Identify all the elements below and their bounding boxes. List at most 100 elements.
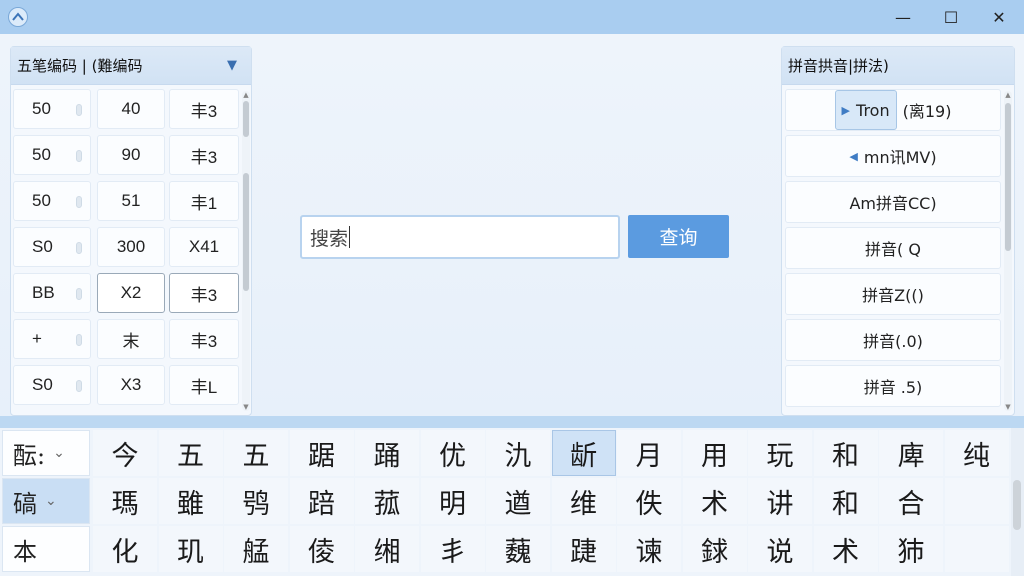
- wubi-code-cell[interactable]: 丰3: [169, 89, 239, 129]
- candidate-char[interactable]: 化: [93, 526, 157, 572]
- wubi-code-cell[interactable]: 90: [97, 135, 165, 175]
- candidate-char[interactable]: 今: [93, 430, 157, 476]
- left-scroll-thumb-top[interactable]: [243, 101, 249, 137]
- pinyin-row[interactable]: Am拼音CC): [785, 181, 1001, 223]
- candidate-char[interactable]: 玩: [748, 430, 812, 476]
- candidate-char[interactable]: 踣: [289, 478, 354, 524]
- left-scroll-thumb[interactable]: [243, 173, 249, 291]
- candidate-row-label[interactable]: 酝: ⌄: [2, 430, 90, 476]
- candidate-char[interactable]: 踞: [289, 430, 354, 476]
- wubi-code-cell[interactable]: BB: [13, 273, 91, 313]
- search-input[interactable]: 搜索: [300, 215, 620, 259]
- wubi-code-panel: 五笔编码 | (難编码 ▼ 50 40 丰3 50 90 丰3 50 51 丰1 S0 300 X41…: [10, 46, 252, 416]
- dropdown-arrow-icon[interactable]: ▼: [227, 58, 237, 73]
- wubi-code-cell[interactable]: +: [13, 319, 91, 359]
- candidate-char[interactable]: 用: [682, 430, 747, 476]
- candidate-char[interactable]: 和: [813, 430, 878, 476]
- pinyin-row[interactable]: 拼音Z((): [785, 273, 1001, 315]
- scroll-up-icon[interactable]: ▲: [241, 91, 251, 99]
- candidate-char[interactable]: 銶: [682, 526, 747, 572]
- pinyin-row[interactable]: ◀ mn讯MV): [785, 135, 1001, 177]
- candidate-char[interactable]: 丯: [420, 526, 485, 572]
- wubi-code-cell[interactable]: 300: [97, 227, 165, 267]
- scroll-down-icon[interactable]: ▼: [1003, 403, 1013, 411]
- wubi-panel-header[interactable]: 五笔编码 | (難编码 ▼: [11, 47, 251, 85]
- wubi-code-cell[interactable]: X41: [169, 227, 239, 267]
- candidate-char[interactable]: 庳: [879, 430, 943, 476]
- candidate-char[interactable]: 纯: [944, 430, 1009, 476]
- candidate-char[interactable]: 龂: [551, 430, 616, 476]
- search-button[interactable]: 查询: [628, 215, 729, 258]
- candidate-char[interactable]: 菰: [355, 478, 419, 524]
- candidate-scrollbar[interactable]: [1011, 428, 1024, 576]
- candidate-char[interactable]: [944, 478, 1009, 524]
- wubi-code-cell[interactable]: S0: [13, 227, 91, 267]
- pinyin-row[interactable]: 拼音(.0): [785, 319, 1001, 361]
- candidate-char[interactable]: 合: [879, 478, 943, 524]
- candidate-char[interactable]: 月: [617, 430, 681, 476]
- candidate-char[interactable]: 雖: [158, 478, 223, 524]
- candidate-char[interactable]: 缃: [355, 526, 419, 572]
- candidate-char[interactable]: 和: [813, 478, 878, 524]
- candidate-scroll-thumb[interactable]: [1013, 480, 1021, 530]
- candidate-char[interactable]: 佚: [617, 478, 681, 524]
- candidate-char[interactable]: 踕: [551, 526, 616, 572]
- chevron-down-icon[interactable]: ⌄: [45, 493, 57, 509]
- pinyin-row[interactable]: 拼音 .5): [785, 365, 1001, 407]
- candidate-label-text: 本: [13, 537, 37, 566]
- candidate-char[interactable]: 明: [420, 478, 485, 524]
- wubi-code-cell[interactable]: 51: [97, 181, 165, 221]
- wubi-code-cell[interactable]: X2: [97, 273, 165, 313]
- candidate-char[interactable]: 鸮: [224, 478, 288, 524]
- candidate-char[interactable]: 艋: [224, 526, 288, 572]
- candidate-char[interactable]: 谏: [617, 526, 681, 572]
- candidate-char[interactable]: 术: [682, 478, 747, 524]
- wubi-code-cell[interactable]: 丰3: [169, 319, 239, 359]
- wubi-code-cell[interactable]: 丰1: [169, 181, 239, 221]
- candidate-char[interactable]: 蘶: [486, 526, 550, 572]
- wubi-code-cell[interactable]: 丰3: [169, 273, 239, 313]
- scroll-up-icon[interactable]: ▲: [1003, 91, 1013, 99]
- candidate-char[interactable]: 氿: [486, 430, 550, 476]
- right-scrollbar[interactable]: ▲ ▼: [1004, 91, 1012, 411]
- close-button[interactable]: ✕: [976, 0, 1022, 34]
- candidate-char[interactable]: 讲: [748, 478, 812, 524]
- wubi-panel-title: 五笔编码 | (難编码: [17, 57, 143, 75]
- wubi-code-cell[interactable]: 丰3: [169, 135, 239, 175]
- candidate-label-text: 酝:: [13, 441, 46, 470]
- candidate-char[interactable]: 倰: [289, 526, 354, 572]
- candidate-char[interactable]: 术: [813, 526, 878, 572]
- candidate-char[interactable]: 优: [420, 430, 485, 476]
- candidate-char[interactable]: 说: [748, 526, 812, 572]
- maximize-button[interactable]: ☐: [928, 0, 974, 34]
- candidate-char[interactable]: 五: [158, 430, 223, 476]
- left-scrollbar[interactable]: ▲ ▼: [242, 91, 250, 411]
- wubi-code-cell[interactable]: X3: [97, 365, 165, 405]
- right-scroll-thumb[interactable]: [1005, 103, 1011, 251]
- scroll-down-icon[interactable]: ▼: [241, 403, 251, 411]
- wubi-code-cell[interactable]: 40: [97, 89, 165, 129]
- pinyin-row[interactable]: ▶ Tron (离19): [785, 89, 1001, 131]
- candidate-char[interactable]: 遒: [486, 478, 550, 524]
- pinyin-row[interactable]: 拼音( Q: [785, 227, 1001, 269]
- wubi-code-cell[interactable]: 50: [13, 89, 91, 129]
- candidate-row-label[interactable]: 本: [2, 526, 90, 572]
- candidate-row-label[interactable]: 碻 ⌄: [2, 478, 90, 524]
- wubi-code-cell[interactable]: 丰L: [169, 365, 239, 405]
- candidate-char[interactable]: 维: [551, 478, 616, 524]
- wubi-code-cell[interactable]: 50: [13, 181, 91, 221]
- back-arrow-icon[interactable]: ◀: [849, 150, 857, 163]
- pinyin-play-button[interactable]: ▶ Tron: [834, 90, 897, 130]
- chevron-down-icon[interactable]: ⌄: [53, 445, 65, 461]
- minimize-button[interactable]: —: [880, 0, 926, 34]
- candidate-char[interactable]: [944, 526, 1009, 572]
- candidate-char[interactable]: 玑: [158, 526, 223, 572]
- candidate-char[interactable]: 五: [224, 430, 288, 476]
- text-cursor: [349, 226, 351, 248]
- wubi-code-cell[interactable]: S0: [13, 365, 91, 405]
- wubi-code-cell[interactable]: 50: [13, 135, 91, 175]
- wubi-code-cell[interactable]: 末: [97, 319, 165, 359]
- candidate-char[interactable]: 踊: [355, 430, 419, 476]
- candidate-char[interactable]: 犻: [879, 526, 943, 572]
- candidate-char[interactable]: 瑪: [93, 478, 157, 524]
